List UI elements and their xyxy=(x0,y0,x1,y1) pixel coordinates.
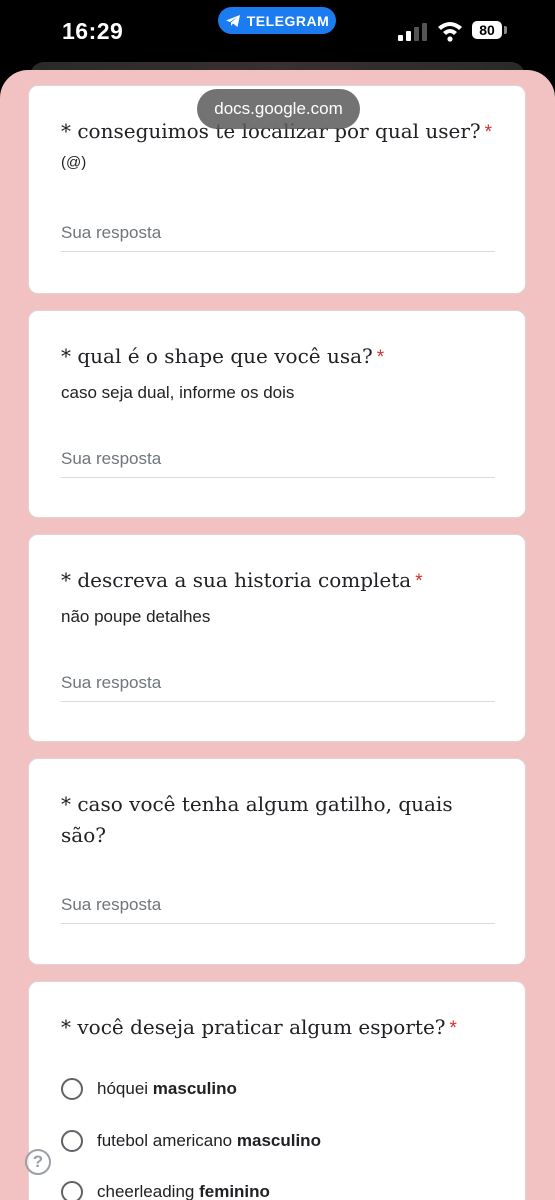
answer-input[interactable]: Sua resposta xyxy=(61,449,495,478)
form-page[interactable]: * conseguimos te localizar por qual user… xyxy=(0,70,555,1200)
answer-input[interactable]: Sua resposta xyxy=(61,223,495,252)
help-button[interactable]: ? xyxy=(25,1149,51,1175)
signal-icon xyxy=(398,23,427,41)
radio-circle[interactable] xyxy=(61,1078,83,1100)
question-card-history: * descreva a sua historia completa * não … xyxy=(28,534,526,742)
required-asterisk: * xyxy=(449,1018,457,1039)
radio-circle[interactable] xyxy=(61,1181,83,1200)
question-card-sport: * você deseja praticar algum esporte? * h… xyxy=(28,981,526,1200)
option-bold-text: masculino xyxy=(236,1131,321,1150)
required-asterisk: * xyxy=(376,347,385,368)
radio-circle[interactable] xyxy=(61,1130,83,1152)
option-text: futebol americano xyxy=(97,1131,233,1150)
radio-label: futebol americano masculino xyxy=(97,1131,321,1151)
option-text: cheerleading xyxy=(97,1182,195,1200)
telegram-icon xyxy=(225,14,240,27)
option-bold-text: feminino xyxy=(199,1182,270,1200)
question-text: * caso você tenha algum gatilho, quais s… xyxy=(61,792,453,847)
question-description: (@) xyxy=(61,154,87,171)
question-text: * qual é o shape que você usa? xyxy=(61,344,373,368)
radio-option[interactable]: cheerleading feminino xyxy=(61,1181,270,1200)
telegram-label: TELEGRAM xyxy=(246,12,330,29)
wifi-icon xyxy=(438,22,462,42)
option-text: hóquei xyxy=(97,1079,149,1098)
question-title: * caso você tenha algum gatilho, quais s… xyxy=(61,789,499,851)
battery-level: 80 xyxy=(479,22,495,38)
question-text: * você deseja praticar algum esporte? xyxy=(61,1015,446,1039)
radio-label: hóquei masculino xyxy=(97,1079,237,1099)
answer-input[interactable]: Sua resposta xyxy=(61,673,495,702)
required-asterisk: * xyxy=(484,122,493,143)
radio-option[interactable]: hóquei masculino xyxy=(61,1078,237,1100)
answer-input[interactable]: Sua resposta xyxy=(61,895,495,924)
url-pill[interactable]: docs.google.com xyxy=(197,89,360,129)
radio-option[interactable]: futebol americano masculino xyxy=(61,1130,321,1152)
required-asterisk: * xyxy=(415,571,423,592)
battery-icon: 80 xyxy=(472,21,502,39)
question-description: não poupe detalhes xyxy=(61,607,211,626)
telegram-return-pill[interactable]: TELEGRAM xyxy=(218,7,336,34)
question-description: caso seja dual, informe os dois xyxy=(61,383,295,402)
question-title: * qual é o shape que você usa? * xyxy=(61,341,499,373)
battery-nub xyxy=(504,26,507,34)
option-bold-text: masculino xyxy=(152,1079,237,1098)
question-card-shape: * qual é o shape que você usa? * caso sej… xyxy=(28,310,526,518)
question-title: * descreva a sua historia completa * xyxy=(61,565,499,597)
question-title: * você deseja praticar algum esporte? * xyxy=(61,1012,499,1044)
help-icon: ? xyxy=(32,1152,44,1171)
status-bar: 16:29 TELEGRAM 80 xyxy=(0,0,555,62)
question-text: * descreva a sua historia completa xyxy=(61,568,412,592)
question-card-triggers: * caso você tenha algum gatilho, quais s… xyxy=(28,758,526,965)
radio-label: cheerleading feminino xyxy=(97,1182,270,1200)
status-time: 16:29 xyxy=(62,18,124,44)
